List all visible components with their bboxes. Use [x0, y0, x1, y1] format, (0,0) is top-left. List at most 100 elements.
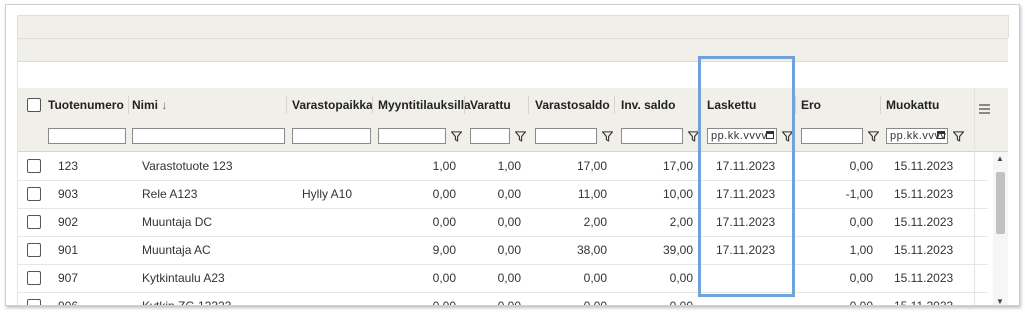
cell-varattu: 0,00	[497, 187, 521, 201]
cell-laskettu: 17.11.2023	[716, 159, 776, 173]
col-header-myyntitilauksilla[interactable]: Myyntitilauksilla	[378, 88, 471, 122]
column-resize-handle[interactable]	[372, 96, 373, 114]
row-checkbox[interactable]	[27, 187, 41, 201]
column-divider	[974, 88, 975, 305]
cell-inv-saldo: 10,00	[662, 187, 693, 201]
column-resize-handle[interactable]	[128, 96, 129, 114]
cell-muokattu: 15.11.2023	[894, 243, 954, 257]
col-header-nimi-label: Nimi	[132, 98, 159, 112]
cell-muokattu: 15.11.2023	[894, 159, 954, 173]
col-header-varattu[interactable]: Varattu	[470, 88, 511, 122]
grid-body: 123 Varastotuote 123 1,00 1,00 17,00 17,…	[18, 152, 988, 306]
cell-ero: 0,00	[849, 215, 873, 229]
col-header-laskettu[interactable]: Laskettu	[707, 88, 756, 122]
cell-nimi: Muuntaja AC	[142, 243, 211, 257]
grouping-band	[18, 38, 1008, 62]
cell-tuotenumero: 906	[58, 299, 79, 306]
row-checkbox[interactable]	[27, 243, 41, 257]
cell-ero: 0,00	[849, 159, 873, 173]
cell-inv-saldo: 39,00	[662, 243, 693, 257]
funnel-icon[interactable]	[868, 131, 879, 142]
vertical-scrollbar[interactable]: ▲ ▼	[993, 152, 1008, 306]
table-row[interactable]: 907 Kytkintaulu A23 0,00 0,00 0,00 0,00 …	[18, 264, 988, 293]
funnel-icon[interactable]	[451, 131, 462, 142]
filter-input-varastosaldo[interactable]	[535, 128, 597, 144]
col-header-muokattu[interactable]: Muokattu	[886, 88, 939, 122]
funnel-icon[interactable]	[688, 131, 699, 142]
funnel-icon[interactable]	[602, 131, 613, 142]
column-resize-handle[interactable]	[614, 96, 615, 114]
row-checkbox[interactable]	[27, 159, 41, 173]
cell-muokattu: 15.11.2023	[894, 187, 954, 201]
date-placeholder: pp.kk.vvvv	[711, 130, 768, 142]
filter-input-tuotenumero[interactable]	[48, 128, 126, 144]
table-row[interactable]: 903 Rele A123 Hylly A10 0,00 0,00 11,00 …	[18, 180, 988, 209]
col-header-tuotenumero[interactable]: Tuotenumero	[48, 88, 124, 122]
chevron-up-icon[interactable]: ▲	[996, 155, 1004, 163]
column-resize-handle[interactable]	[464, 96, 465, 114]
calendar-icon[interactable]	[766, 131, 774, 139]
cell-inv-saldo: 0,00	[669, 271, 693, 285]
cell-nimi: Rele A123	[142, 187, 198, 201]
cell-nimi: Kytkintaulu A23	[142, 271, 225, 285]
cell-tuotenumero: 902	[58, 215, 79, 229]
filter-input-myyntitilauksilla[interactable]	[378, 128, 446, 144]
table-row[interactable]: 902 Muuntaja DC 0,00 0,00 2,00 2,00 17.1…	[18, 208, 988, 237]
cell-varastosaldo: 38,00	[576, 243, 607, 257]
cell-laskettu: 17.11.2023	[716, 215, 776, 229]
col-header-nimi[interactable]: Nimi ↓	[132, 88, 167, 122]
col-header-ero[interactable]: Ero	[801, 88, 821, 122]
cell-varastosaldo: 2,00	[583, 215, 607, 229]
funnel-icon[interactable]	[782, 131, 793, 142]
cell-myyntitilauksilla: 9,00	[432, 243, 456, 257]
cell-tuotenumero: 123	[58, 159, 79, 173]
cell-varastosaldo: 11,00	[577, 187, 607, 201]
cell-inv-saldo: 0,00	[669, 299, 693, 306]
table-row[interactable]: 123 Varastotuote 123 1,00 1,00 17,00 17,…	[18, 152, 988, 181]
funnel-icon[interactable]	[515, 131, 526, 142]
cell-varattu: 0,00	[497, 215, 521, 229]
filter-input-inv-saldo[interactable]	[621, 128, 683, 144]
cell-varattu: 0,00	[497, 243, 521, 257]
cell-ero: 0,00	[849, 271, 873, 285]
row-checkbox[interactable]	[27, 299, 41, 305]
scrollbar-thumb[interactable]	[996, 172, 1005, 234]
column-resize-handle[interactable]	[528, 96, 529, 114]
cell-myyntitilauksilla: 0,00	[432, 187, 456, 201]
filter-input-varattu[interactable]	[470, 128, 510, 144]
column-resize-handle[interactable]	[286, 96, 287, 114]
filter-input-ero[interactable]	[801, 128, 863, 144]
chevron-down-icon[interactable]: ▼	[996, 298, 1004, 306]
cell-myyntitilauksilla: 0,00	[432, 215, 456, 229]
filter-date-laskettu[interactable]: pp.kk.vvvv	[707, 128, 777, 144]
calendar-icon[interactable]	[937, 131, 945, 139]
col-header-varastopaikka[interactable]: Varastopaikka	[292, 88, 373, 122]
filter-date-muokattu[interactable]: pp.kk.vvvv	[886, 128, 948, 144]
filter-input-nimi[interactable]	[132, 128, 285, 144]
column-resize-handle[interactable]	[795, 96, 796, 114]
cell-myyntitilauksilla: 0,00	[432, 299, 456, 306]
arrow-down-icon: ↓	[161, 98, 168, 112]
cell-myyntitilauksilla: 0,00	[432, 271, 456, 285]
row-checkbox[interactable]	[27, 271, 41, 285]
cell-laskettu: 17.11.2023	[716, 243, 776, 257]
funnel-icon[interactable]	[953, 131, 964, 142]
cell-myyntitilauksilla: 1,00	[432, 159, 456, 173]
select-all-checkbox[interactable]	[27, 98, 41, 112]
header-row: Tuotenumero Nimi ↓ Varastopaikka Myyntit…	[18, 88, 1008, 122]
table-row[interactable]: 901 Muuntaja AC 9,00 0,00 38,00 39,00 17…	[18, 236, 988, 265]
col-header-inv-saldo[interactable]: Inv. saldo	[621, 88, 675, 122]
cell-ero: -1,00	[845, 187, 873, 201]
row-checkbox[interactable]	[27, 215, 41, 229]
table-row[interactable]: 906 Kytkin ZC-12323 0,00 0,00 0,00 0,00 …	[18, 292, 988, 306]
cell-laskettu: 17.11.2023	[716, 187, 776, 201]
cell-tuotenumero: 903	[58, 187, 79, 201]
column-resize-handle[interactable]	[700, 96, 701, 114]
cell-varattu: 0,00	[497, 271, 521, 285]
col-header-varastosaldo[interactable]: Varastosaldo	[535, 88, 610, 122]
filter-input-varastopaikka[interactable]	[292, 128, 371, 144]
column-resize-handle[interactable]	[880, 96, 881, 114]
cell-muokattu: 15.11.2023	[894, 271, 954, 285]
menu-icon[interactable]	[979, 104, 990, 116]
cell-ero: 0,00	[849, 299, 873, 306]
